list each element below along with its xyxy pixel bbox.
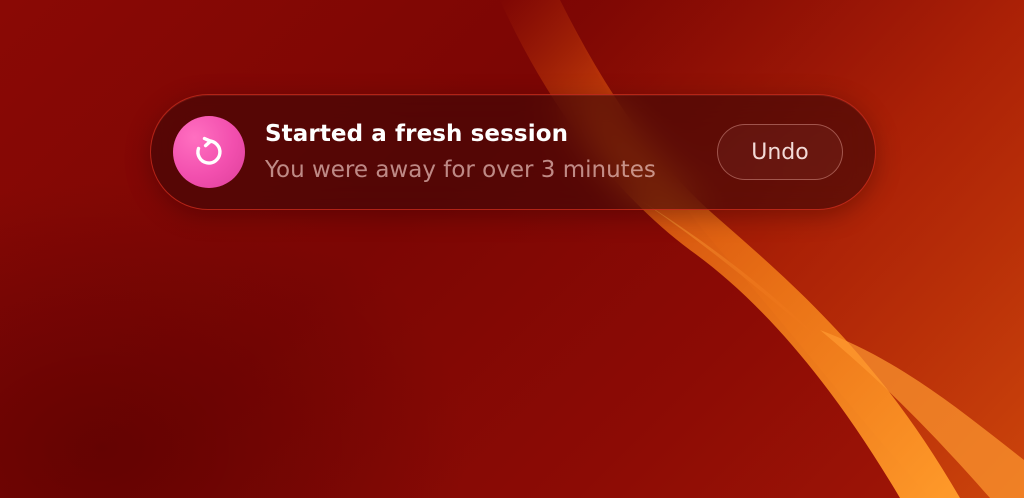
session-toast: Started a fresh session You were away fo… [150, 94, 876, 210]
toast-subtitle: You were away for over 3 minutes [265, 157, 656, 183]
refresh-icon [173, 116, 245, 188]
toast-title: Started a fresh session [265, 121, 569, 147]
wallpaper-wave-graphic [500, 0, 1024, 498]
undo-button[interactable]: Undo [717, 124, 843, 180]
desktop-wallpaper [0, 0, 1024, 498]
